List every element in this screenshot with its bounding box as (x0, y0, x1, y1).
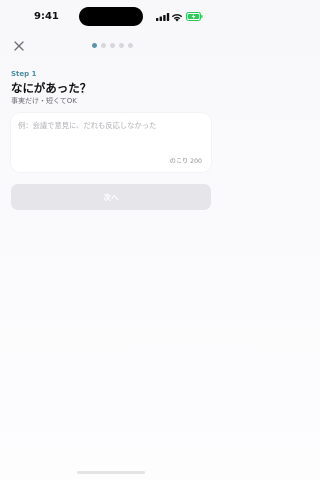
what-happened-textarea[interactable] (18, 121, 204, 159)
step-progress-indicator (92, 43, 133, 48)
step-label: Step 1 (11, 70, 37, 78)
progress-dot-1 (92, 43, 97, 48)
dynamic-island (79, 7, 143, 26)
input-card: のこり 200 (11, 113, 211, 172)
progress-dot-5 (128, 43, 133, 48)
close-icon[interactable] (12, 39, 26, 53)
battery-charging-icon (186, 12, 203, 21)
next-button[interactable]: 次へ (11, 184, 211, 210)
page-title: なにがあった？ (11, 81, 92, 95)
home-indicator (77, 471, 145, 474)
cellular-signal-icon (156, 13, 170, 21)
remaining-char-counter: のこり 200 (169, 158, 202, 165)
wifi-icon (171, 14, 183, 22)
progress-dot-3 (110, 43, 115, 48)
progress-dot-4 (119, 43, 124, 48)
page-subtitle: 事実だけ・短くてOK (11, 97, 77, 105)
status-time: 9:41 (34, 11, 59, 22)
status-bar: 9:41 (0, 0, 222, 34)
progress-dot-2 (101, 43, 106, 48)
